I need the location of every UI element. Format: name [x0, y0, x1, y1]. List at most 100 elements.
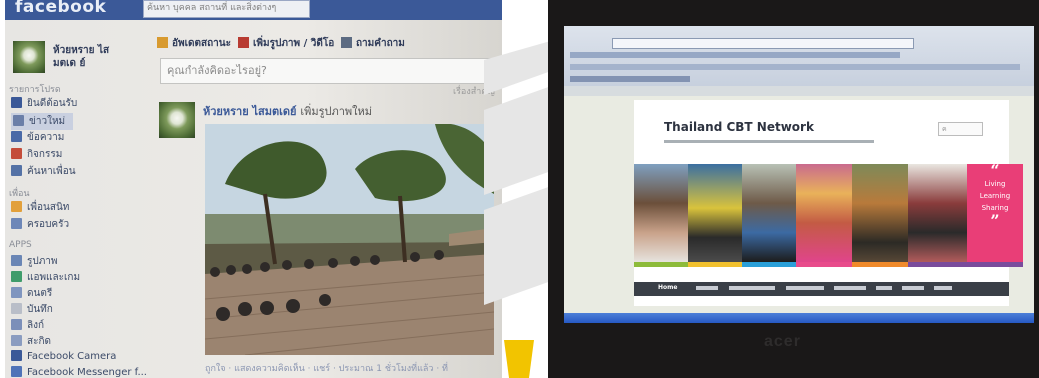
messages-icon: [11, 131, 22, 142]
banner-photo-3: [742, 164, 796, 262]
bookmarks-row: [570, 64, 1020, 70]
toolbar-row: [570, 52, 900, 58]
color-bar-pink: [796, 262, 852, 267]
sidebar-item: กิจกรรม: [11, 147, 62, 162]
camera-icon: [11, 350, 22, 361]
sidebar-item: ค้นหาเพื่อน: [11, 164, 76, 179]
tab-row: [570, 76, 690, 82]
sidebar-item-label: แอพและเกม: [27, 272, 81, 283]
site-navigation: Home: [634, 282, 1009, 296]
nav-item: [834, 286, 866, 290]
sidebar-item-label: ยินดีต้อนรับ: [27, 98, 78, 109]
update-status-button: อัพเดตสถานะ: [157, 36, 231, 51]
sidebar-item: ข่าวใหม่: [11, 113, 74, 130]
sidebar-item: บันทึก: [11, 302, 53, 317]
quote-line-1: Living: [984, 180, 1006, 188]
post-header: ห้วยหราย ไสมตเดย์ เพิ่มรูปภาพใหม่: [203, 102, 372, 120]
color-bar-blue: [742, 262, 796, 267]
nav-home: Home: [658, 284, 678, 291]
sidebar-item-label: ค้นหาเพื่อน: [27, 166, 76, 177]
color-bar-orange: [852, 262, 908, 267]
links-icon: [11, 319, 22, 330]
facebook-search-input: ค้นหา บุคคล สถานที่ และสิ่งต่างๆ: [143, 0, 310, 18]
sidebar-item: ยินดีต้อนรับ: [11, 96, 77, 111]
site-search: ค: [938, 122, 983, 136]
status-icon: [157, 37, 168, 48]
sidebar-item: รูปภาพ: [11, 254, 58, 269]
notes-icon: [11, 303, 22, 314]
apps-header: APPS: [9, 240, 32, 250]
status-input: คุณกำลังคิดอะไรอยู่?: [160, 58, 498, 84]
banner-photo-2: [688, 164, 742, 262]
sidebar-item-label: เพื่อนสนิท: [27, 202, 70, 213]
favorites-header: รายการโปรด: [9, 85, 61, 95]
windows-taskbar: [564, 313, 1034, 323]
webpage-area: Thailand CBT Network ค “ Living Learning…: [564, 96, 1034, 323]
facebook-logo: facebook: [15, 0, 107, 17]
address-bar: [612, 38, 914, 49]
profile-avatar: [13, 41, 45, 73]
sidebar-item: ลิงก์: [11, 318, 44, 333]
sidebar-item: Facebook Messenger f...: [11, 366, 147, 378]
banner-photo-4: [796, 164, 852, 262]
sidebar-item: สะกิด: [11, 334, 51, 349]
post-author-avatar: [159, 102, 195, 138]
viewpoint-scene-illustration: [205, 124, 494, 355]
site-title: Thailand CBT Network: [664, 120, 814, 134]
messenger-icon: [11, 366, 22, 377]
close-friends-icon: [11, 201, 22, 212]
cbt-website: Thailand CBT Network ค “ Living Learning…: [634, 100, 1023, 306]
color-bar-purple: [908, 262, 1023, 267]
sidebar-item-label: ดนตรี: [27, 288, 53, 299]
quote-close-icon: ”: [990, 211, 1000, 230]
sidebar-item-label: กิจกรรม: [27, 149, 63, 160]
facebook-top-bar: facebook ค้นหา บุคคล สถานที่ และสิ่งต่าง…: [5, 0, 502, 20]
games-icon: [11, 271, 22, 282]
profile-name: ห้วยหราย ไสมตเด ย์: [53, 45, 110, 69]
banner-photo-5: [852, 164, 908, 262]
banner-photo-6: [908, 164, 967, 262]
sidebar-item-label: ลิงก์: [27, 320, 45, 331]
monitor-brand: acer: [764, 333, 801, 350]
sidebar-item-label: รูปภาพ: [27, 256, 58, 267]
monitor-photo: Thailand CBT Network ค “ Living Learning…: [548, 0, 1039, 378]
question-icon: [341, 37, 352, 48]
nav-item: [786, 286, 824, 290]
facebook-screen-photo: facebook ค้นหา บุคคล สถานที่ และสิ่งต่าง…: [5, 0, 502, 378]
nav-item: [696, 286, 718, 290]
nav-item: [876, 286, 892, 290]
quote-open-icon: “: [990, 161, 1000, 180]
facebook-icon: [11, 97, 22, 108]
sidebar-item-label: ข้อความ: [27, 132, 65, 143]
nav-item: [902, 286, 924, 290]
sidebar-item-label: สะกิด: [27, 336, 52, 347]
sidebar-item: เพื่อนสนิท: [11, 200, 69, 215]
post-photo: [205, 124, 494, 355]
sidebar-item-label: ครอบครัว: [27, 219, 70, 230]
sort-label: เรื่องสำคัญ: [453, 87, 495, 97]
banner-photo-1: [634, 164, 688, 262]
news-feed-icon: [13, 115, 24, 126]
tagline-box: “ Living Learning Sharing ”: [967, 161, 1023, 262]
family-icon: [11, 218, 22, 229]
nav-item: [934, 286, 952, 290]
browser-chrome: [564, 26, 1034, 86]
color-bar-green: [634, 262, 688, 267]
sidebar-item-label: Facebook Camera: [27, 351, 117, 362]
sidebar-item: Facebook Camera: [11, 350, 116, 362]
friends-header: เพื่อน: [9, 189, 30, 199]
update-status-label: อัพเดตสถานะ: [172, 38, 231, 49]
add-photo-label: เพิ่มรูปภาพ / วิดีโอ: [253, 38, 335, 49]
sidebar-item: ข้อความ: [11, 130, 64, 145]
sidebar-item-label: ข่าวใหม่: [29, 116, 66, 127]
sidebar-item-label: Facebook Messenger f...: [27, 367, 147, 378]
events-icon: [11, 148, 22, 159]
add-photo-button: เพิ่มรูปภาพ / วิดีโอ: [238, 36, 334, 51]
color-bar-yellow: [688, 262, 742, 267]
ask-question-label: ถามคำถาม: [356, 38, 405, 49]
site-tagline: [664, 140, 874, 143]
sidebar-item-label: บันทึก: [27, 304, 53, 315]
sidebar-item: แอพและเกม: [11, 270, 80, 285]
browser-screen: Thailand CBT Network ค “ Living Learning…: [564, 26, 1034, 323]
ask-question-button: ถามคำถาม: [341, 36, 405, 51]
